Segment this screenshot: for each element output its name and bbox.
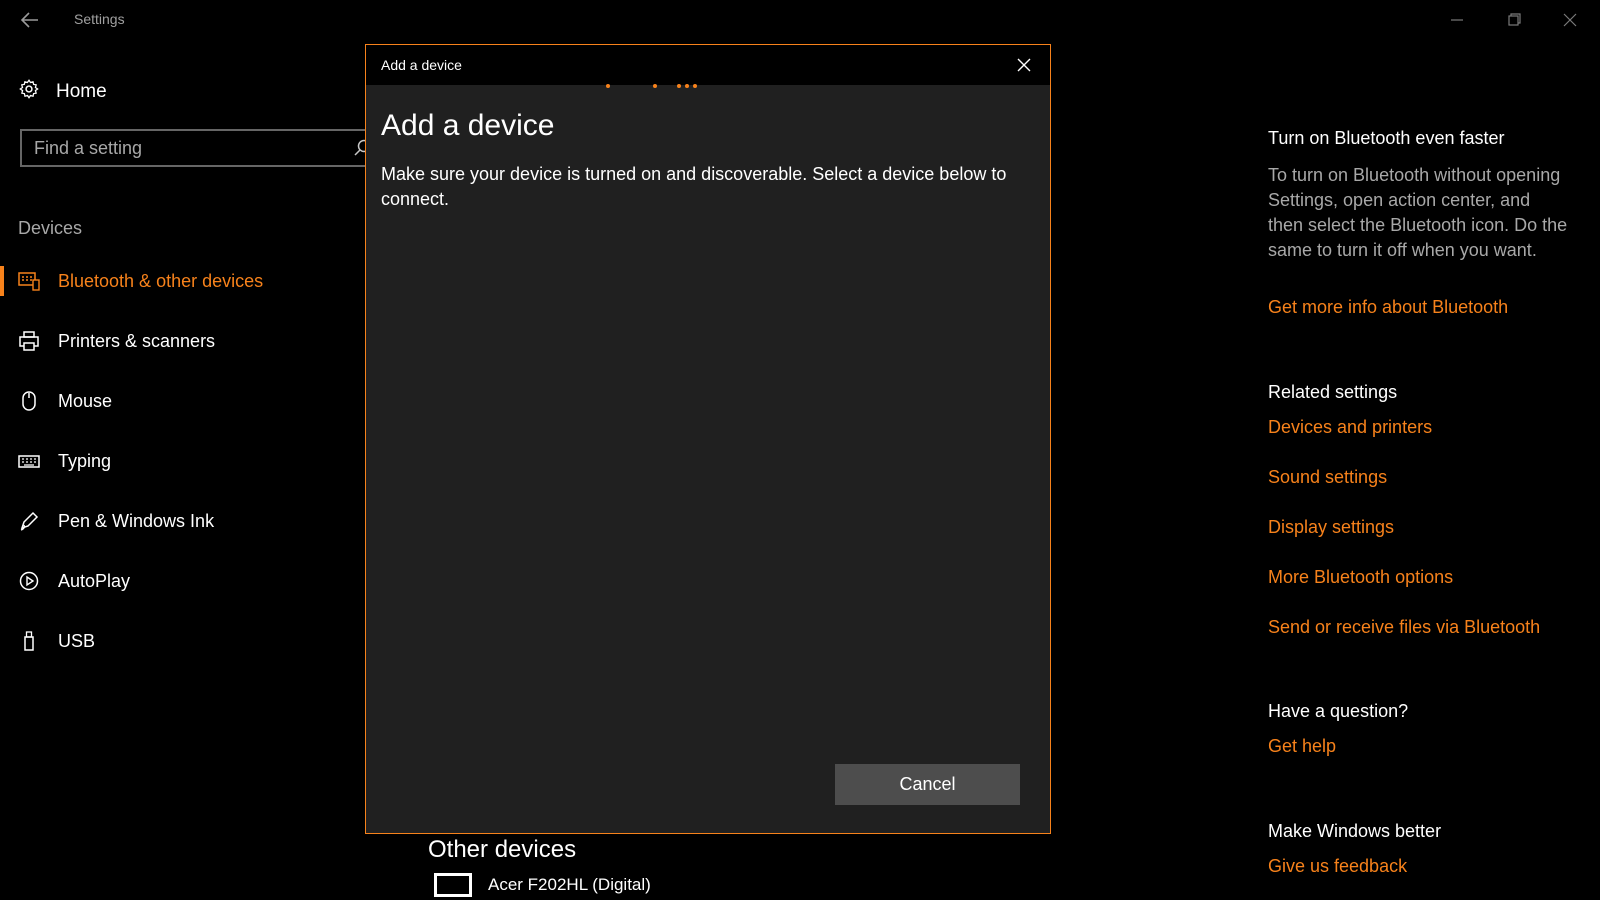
nav-item-typing[interactable]: Typing <box>18 446 111 476</box>
search-input[interactable] <box>34 138 334 159</box>
nav-item-printers[interactable]: Printers & scanners <box>18 326 215 356</box>
nav-item-label: Typing <box>58 450 112 471</box>
related-settings-heading: Related settings <box>1268 382 1398 402</box>
close-icon[interactable] <box>1014 55 1034 75</box>
active-indicator <box>0 266 4 296</box>
nav-item-label: Bluetooth & other devices <box>58 270 264 291</box>
home-label: Home <box>56 81 107 102</box>
mouse-icon <box>18 390 40 412</box>
nav-item-mouse[interactable]: Mouse <box>18 386 112 416</box>
device-list-item[interactable]: Acer F202HL (Digital) <box>434 873 651 897</box>
nav-item-label: Printers & scanners <box>58 330 216 351</box>
nav-item-label: USB <box>58 630 96 651</box>
pen-icon <box>18 510 40 532</box>
other-devices-heading: Other devices <box>428 836 577 863</box>
dialog-titlebar: Add a device <box>366 45 1050 85</box>
give-feedback-link[interactable]: Give us feedback <box>1268 856 1407 877</box>
tip-text: To turn on Bluetooth without opening Set… <box>1268 165 1568 260</box>
nav-item-label: Mouse <box>58 390 113 411</box>
dialog-heading: Add a device <box>381 109 555 142</box>
back-arrow-icon[interactable] <box>18 8 42 32</box>
device-name: Acer F202HL (Digital) <box>488 875 651 894</box>
feedback-heading: Make Windows better <box>1268 821 1442 841</box>
add-device-dialog: Add a device Add a device Make sure your… <box>365 44 1051 834</box>
nav-home[interactable]: Home <box>18 78 107 106</box>
autoplay-icon <box>18 570 40 592</box>
display-settings-link[interactable]: Display settings <box>1268 517 1394 538</box>
nav-item-label: AutoPlay <box>58 570 131 591</box>
minimize-icon[interactable] <box>1444 8 1470 32</box>
devices-and-printers-link[interactable]: Devices and printers <box>1268 417 1432 438</box>
progress-dots <box>606 84 726 92</box>
nav-section-label: Devices <box>18 218 83 238</box>
keyboard-icon <box>18 450 40 472</box>
get-help-link[interactable]: Get help <box>1268 736 1336 757</box>
bluetooth-devices-icon <box>18 270 40 292</box>
sound-settings-link[interactable]: Sound settings <box>1268 467 1387 488</box>
nav-item-pen[interactable]: Pen & Windows Ink <box>18 506 214 536</box>
nav-item-autoplay[interactable]: AutoPlay <box>18 566 130 596</box>
cancel-button[interactable]: Cancel <box>835 764 1020 805</box>
dialog-description: Make sure your device is turned on and d… <box>381 164 1007 209</box>
usb-icon <box>18 630 40 652</box>
bluetooth-info-link[interactable]: Get more info about Bluetooth <box>1268 297 1508 318</box>
monitor-icon <box>434 873 472 897</box>
close-window-icon[interactable] <box>1557 8 1583 32</box>
nav-item-usb[interactable]: USB <box>18 626 95 656</box>
question-heading: Have a question? <box>1268 701 1409 721</box>
nav-item-bluetooth[interactable]: Bluetooth & other devices <box>18 266 263 296</box>
more-bluetooth-options-link[interactable]: More Bluetooth options <box>1268 567 1453 588</box>
send-receive-files-link[interactable]: Send or receive files via Bluetooth <box>1268 617 1540 638</box>
restore-icon[interactable] <box>1501 8 1527 32</box>
window-title: Settings <box>74 11 125 27</box>
tip-heading: Turn on Bluetooth even faster <box>1268 128 1505 148</box>
gear-icon <box>18 78 40 106</box>
search-box[interactable] <box>20 129 380 167</box>
dialog-title: Add a device <box>381 57 462 73</box>
nav-item-label: Pen & Windows Ink <box>58 510 215 531</box>
printer-icon <box>18 330 40 352</box>
